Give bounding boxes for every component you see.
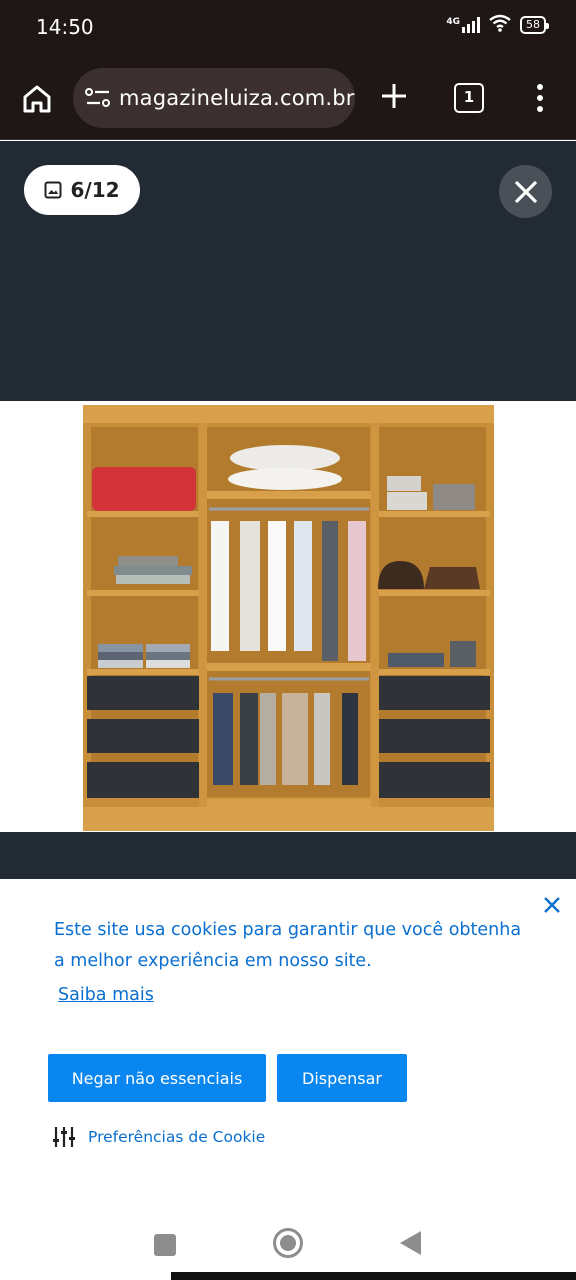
close-icon [514, 180, 537, 203]
product-image[interactable] [0, 401, 576, 832]
browser-toolbar: magazineluiza.com.br 1 [0, 56, 576, 140]
back-button[interactable] [400, 1231, 421, 1255]
status-time: 14:50 [36, 15, 94, 39]
learn-more-link[interactable]: Saiba mais [58, 985, 154, 1005]
home-icon [23, 85, 51, 113]
image-counter-text: 6/12 [70, 178, 120, 202]
cookie-message: Este site usa cookies para garantir que … [54, 920, 522, 971]
battery-icon: 58 [520, 16, 549, 34]
image-viewer-footer [0, 832, 576, 879]
cookie-close-button[interactable] [540, 893, 564, 917]
overflow-menu-button[interactable] [528, 80, 552, 116]
wardrobe-image [83, 405, 494, 831]
tab-count: 1 [463, 88, 475, 106]
cookie-preferences-link[interactable]: Preferências de Cookie [52, 1125, 265, 1149]
image-counter: 6/12 [24, 165, 140, 215]
cookie-banner: Este site usa cookies para garantir que … [0, 879, 576, 1214]
sliders-icon [53, 1127, 75, 1147]
site-settings-icon[interactable] [85, 87, 111, 109]
home-nav-button[interactable] [273, 1228, 303, 1258]
wifi-icon [488, 14, 512, 36]
new-tab-button[interactable] [378, 80, 410, 112]
status-icons: 4G 58 [446, 14, 549, 36]
deny-nonessential-button[interactable]: Negar não essenciais [48, 1054, 266, 1102]
system-nav-bar [0, 1214, 576, 1280]
address-bar[interactable]: magazineluiza.com.br [73, 68, 355, 128]
image-icon [44, 181, 62, 199]
signal-icon: 4G [446, 17, 480, 33]
close-icon [544, 897, 560, 913]
cookie-preferences-label[interactable]: Preferências de Cookie [88, 1128, 265, 1146]
home-button[interactable] [18, 80, 56, 118]
gesture-indicator [171, 1272, 576, 1280]
network-type-label: 4G [446, 17, 460, 27]
tabs-button[interactable]: 1 [454, 83, 484, 113]
status-bar: 14:50 4G 58 [0, 0, 576, 56]
close-viewer-button[interactable] [499, 165, 552, 218]
url-text[interactable]: magazineluiza.com.br [119, 86, 355, 110]
recents-button[interactable] [154, 1234, 176, 1256]
home-nav-icon [280, 1235, 296, 1251]
dismiss-button[interactable]: Dispensar [277, 1054, 407, 1102]
new-tab-icon [382, 84, 406, 108]
image-viewer-header: 6/12 [0, 141, 576, 401]
overflow-menu-icon [537, 84, 543, 112]
